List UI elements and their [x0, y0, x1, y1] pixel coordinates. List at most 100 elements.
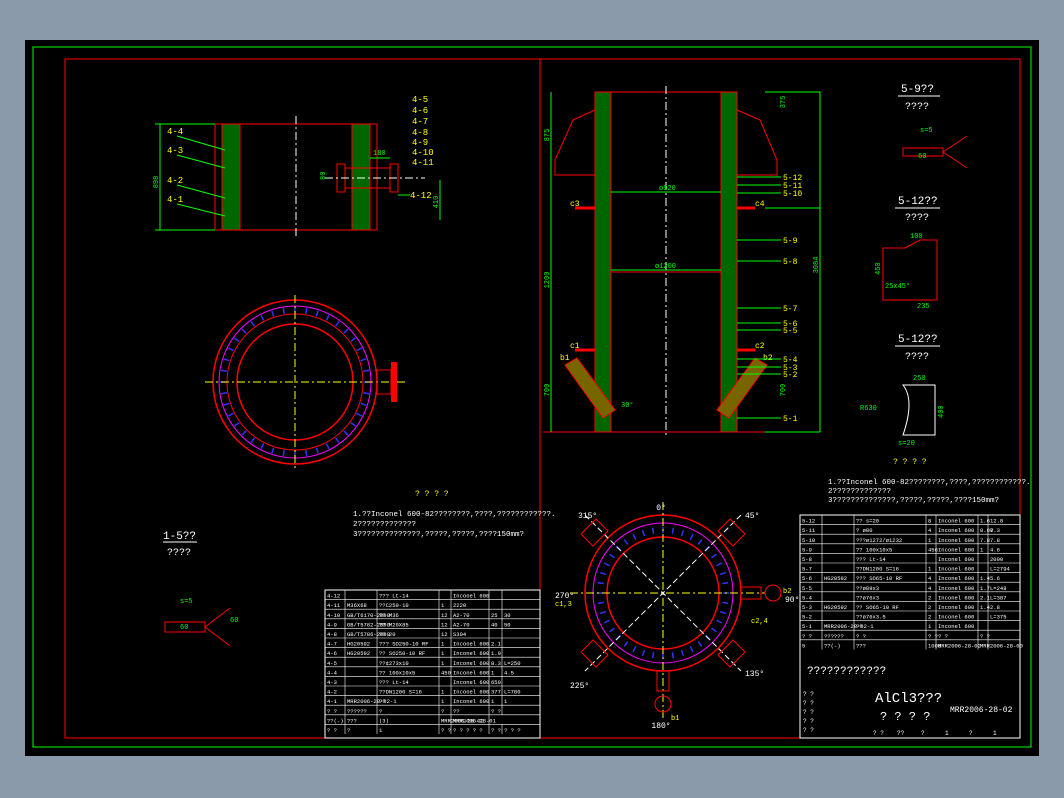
- bolt-mark: [651, 652, 655, 659]
- table-cell: 2: [928, 614, 931, 621]
- scale-cell: 1: [945, 730, 949, 737]
- table-cell: 5-10: [802, 537, 815, 544]
- dim-h3: 700: [544, 384, 552, 397]
- table-cell: S304: [453, 631, 467, 638]
- table-cell: 5-3: [802, 604, 812, 611]
- table-cell: 4-2: [327, 689, 337, 696]
- bolt-mark: [603, 619, 610, 624]
- svg-text:60: 60: [230, 617, 238, 625]
- table-cell: Inconel 600: [453, 698, 489, 705]
- bolt-mark: [343, 430, 349, 436]
- table-cell: ???: [856, 642, 866, 649]
- detail-1-5-title: 1-5??: [163, 531, 196, 543]
- table-cell: ??¢273x10: [379, 660, 409, 667]
- table-cell: ?? M36: [379, 612, 399, 619]
- bolt-mark: [350, 337, 357, 343]
- scale-cell: ?: [921, 730, 925, 737]
- bolt-mark: [697, 641, 703, 647]
- table-cell: 2.1: [491, 641, 502, 648]
- bolt-mark: [220, 392, 227, 395]
- wall-right: [351, 123, 371, 231]
- bolt-mark: [227, 347, 234, 352]
- meta-label: ? ?: [803, 709, 814, 716]
- table-cell: Inconel 600: [453, 679, 489, 686]
- table-cell: HG20592: [347, 641, 370, 648]
- table-cell: Inconel 600: [453, 669, 489, 676]
- table-cell: Inconel 600: [453, 660, 489, 667]
- table-cell: (3): [379, 717, 389, 724]
- bolt-mark: [220, 369, 227, 372]
- bolt-mark: [722, 581, 729, 585]
- label-4-2: 4-2: [167, 176, 183, 186]
- table-cell: 1: [928, 537, 932, 544]
- bolt-mark: [599, 610, 607, 615]
- table-cell: 5-2: [802, 614, 812, 621]
- table-cell: ? ?: [928, 633, 938, 640]
- bolt-mark: [305, 450, 308, 457]
- scale-cell: ?: [969, 730, 973, 737]
- detail-5-12b-sub: ????: [905, 352, 929, 363]
- table-cell: Inconel 600: [938, 537, 974, 544]
- labels-top: 4-5 4-6 4-7 4-8 4-9 4-10 4-11: [412, 95, 434, 168]
- svg-text:100: 100: [910, 233, 923, 241]
- nozzle-c1: c1: [570, 342, 580, 351]
- table-cell: 12: [441, 612, 448, 619]
- svg-text:450: 450: [875, 262, 883, 275]
- table-cell: A2-70: [453, 612, 470, 619]
- table-cell: HG20592: [824, 575, 847, 582]
- table-cell: Inconel 600: [938, 527, 974, 534]
- table-cell: 1: [441, 698, 445, 705]
- table-cell: ?: [441, 708, 444, 715]
- table-cell: ?? 100x10x5: [379, 669, 415, 676]
- label-5-2: 5-2: [783, 371, 798, 380]
- table-cell: Inconel 600: [453, 593, 489, 600]
- table-cell: ??? SO65-10 RF: [856, 575, 902, 582]
- right-parts-table: ???????????? AlCl3??? ? ? ? ? MRR2006-28…: [799, 514, 1023, 739]
- table-cell: 1: [980, 546, 984, 553]
- table-cell: 30: [504, 612, 511, 619]
- meta-label: ? ?: [803, 700, 814, 707]
- table-cell: 5-1: [802, 623, 813, 630]
- table-cell: 4: [928, 585, 932, 592]
- table-cell: 2000: [990, 556, 1003, 563]
- table-cell: 1.9: [491, 650, 501, 657]
- table-cell: 7.8: [980, 537, 990, 544]
- table-cell: 1.6: [980, 518, 990, 525]
- angle-225: 225°: [570, 682, 589, 691]
- table-cell: 5.6: [990, 575, 1000, 582]
- dim-dia1: ø920: [659, 185, 676, 193]
- bolt-mark: [641, 649, 646, 657]
- support-lug-right: [736, 109, 778, 176]
- table-cell: 1: [379, 727, 383, 734]
- bolt-mark: [716, 619, 723, 624]
- table-cell: ??(-): [824, 642, 841, 649]
- table-cell: 25: [491, 612, 498, 619]
- table-cell: 1.4: [980, 604, 991, 611]
- label-5-8: 5-8: [783, 258, 798, 267]
- svg-text:s=20: s=20: [898, 440, 915, 448]
- bolt-mark: [315, 447, 319, 454]
- table-cell: 2220: [453, 602, 466, 609]
- table-cell: ? ? ? ? ?: [453, 727, 483, 734]
- table-cell: 8.3: [491, 660, 501, 667]
- table-cell: ? ?: [327, 727, 337, 734]
- bolt-mark: [223, 358, 230, 362]
- angle-180: 180°: [651, 722, 670, 731]
- angle-90: 90°: [785, 596, 799, 605]
- bolt-mark: [241, 328, 247, 334]
- angle-0: 0°: [656, 504, 666, 513]
- table-cell: Inconel 600: [938, 623, 974, 630]
- table-cell: 450: [441, 669, 451, 676]
- bolt-mark: [623, 641, 629, 647]
- bolt-mark: [632, 646, 637, 653]
- table-cell: 1: [441, 660, 445, 667]
- table-cell: ??C250-10: [379, 602, 409, 609]
- table-cell: 650: [491, 679, 501, 686]
- bolt-mark: [356, 412, 363, 417]
- dim-h1: 875: [544, 129, 552, 142]
- table-cell: 12: [441, 631, 448, 638]
- bolt-mark: [363, 392, 370, 395]
- table-cell: M36X68: [347, 602, 367, 609]
- table-cell: 40: [491, 621, 498, 628]
- nozzle-c4: c4: [755, 200, 765, 209]
